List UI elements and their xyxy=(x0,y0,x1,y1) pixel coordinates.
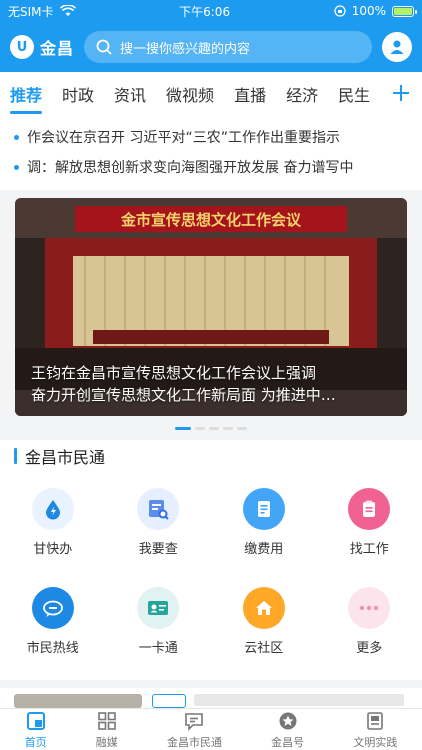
bullet-icon xyxy=(14,134,19,140)
card-icon xyxy=(137,587,180,629)
title-accent-bar xyxy=(14,448,17,464)
top-header: 无SIM卡 下午6:06 100% U 金昌 搜一搜你感兴趣的内容 xyxy=(0,0,422,72)
tab-economy[interactable]: 经济 xyxy=(286,72,318,116)
rotation-lock-icon xyxy=(334,5,346,17)
book-icon xyxy=(364,710,386,732)
service-more[interactable]: 更多 xyxy=(317,587,422,656)
nav-label: 首页 xyxy=(24,735,47,749)
nav-label: 文明实践 xyxy=(353,735,398,749)
services-section: 金昌市民通 甘快办 我要查 缴费用 找工作 市民热线 一卡通 云社区 更多 xyxy=(0,440,422,680)
search-placeholder: 搜一搜你感兴趣的内容 xyxy=(120,41,251,57)
news-card-preview[interactable] xyxy=(0,688,422,708)
water-drop-icon xyxy=(31,488,74,530)
clock: 下午6:06 xyxy=(179,4,231,19)
nav-civilization[interactable]: 文明实践 xyxy=(353,710,397,750)
chat-icon xyxy=(183,710,205,732)
tab-live[interactable]: 直播 xyxy=(234,72,266,116)
clipboard-icon xyxy=(348,488,391,530)
bullet-icon xyxy=(14,164,19,170)
section-title-text: 金昌市民通 xyxy=(25,448,106,467)
tab-recommend[interactable]: 推荐 xyxy=(10,72,43,116)
bill-icon xyxy=(242,488,285,530)
service-community[interactable]: 云社区 xyxy=(211,587,317,656)
search-doc-icon xyxy=(137,488,180,530)
headline-text: 调：解放思想创新求变向海图强开放发展 奋力谱写中 xyxy=(27,160,354,176)
nav-label: 融媒 xyxy=(95,735,118,749)
star-badge-icon xyxy=(277,710,299,732)
wifi-icon xyxy=(59,5,76,16)
caption-line-2: 奋力开创宣传思想文化工作新局面 为推进中… xyxy=(31,386,336,404)
page-dot[interactable] xyxy=(209,427,219,430)
service-label: 市民热线 xyxy=(26,641,79,656)
house-icon xyxy=(242,587,285,629)
service-label: 我要查 xyxy=(138,542,178,557)
nav-citizen-service[interactable]: 金昌市民通 xyxy=(167,710,222,750)
user-avatar-button[interactable] xyxy=(382,32,412,62)
news-tag xyxy=(152,694,186,708)
search-box[interactable]: 搜一搜你感兴趣的内容 xyxy=(84,31,372,63)
nav-jinchang-hao[interactable]: 金昌号 xyxy=(271,710,304,750)
headline-ticker: 作会议在京召开 习近平对“三农”工作作出重要指示 调：解放思想创新求变向海图强开… xyxy=(0,116,422,190)
header-bar: U 金昌 搜一搜你感兴趣的内容 xyxy=(0,22,422,72)
service-label: 更多 xyxy=(356,641,383,656)
carrier-label: 无SIM卡 xyxy=(8,4,54,19)
tab-livelihood[interactable]: 民生 xyxy=(338,72,370,116)
battery-icon xyxy=(392,5,417,17)
user-icon xyxy=(390,40,404,54)
status-left: 无SIM卡 xyxy=(8,3,76,20)
carousel-caption: 王钧在金昌市宣传思想文化工作会议上强调 奋力开创宣传思想文化工作新局面 为推进中… xyxy=(31,362,391,406)
status-right: 100% xyxy=(334,4,417,18)
caption-line-1: 王钧在金昌市宣传思想文化工作会议上强调 xyxy=(31,364,317,382)
headline-item[interactable]: 调：解放思想创新求变向海图强开放发展 奋力谱写中 xyxy=(14,152,408,182)
service-woyaocha[interactable]: 我要查 xyxy=(106,488,212,557)
logo-mark: U xyxy=(10,35,34,59)
tab-politics[interactable]: 时政 xyxy=(62,72,94,116)
bottom-tab-bar: 首页 融媒 金昌市民通 金昌号 文明实践 xyxy=(0,708,422,750)
grid-icon xyxy=(96,710,118,732)
service-zhaogongzuo[interactable]: 找工作 xyxy=(317,488,422,557)
news-carousel[interactable]: 金市宣传思想文化工作会议 王钧在金昌市宣传思想文化工作会议上强调 奋力开创宣传思… xyxy=(15,198,407,416)
page-dot[interactable] xyxy=(237,427,247,430)
service-gankuaiban[interactable]: 甘快办 xyxy=(0,488,106,557)
conference-sign: 金市宣传思想文化工作会议 xyxy=(120,211,302,229)
service-label: 缴费用 xyxy=(244,542,284,557)
search-icon xyxy=(96,39,112,55)
page-dot[interactable] xyxy=(223,427,233,430)
nav-media[interactable]: 融媒 xyxy=(96,710,118,750)
nav-label: 金昌号 xyxy=(271,735,305,749)
channel-tabs: 推荐 时政 资讯 微视频 直播 经济 民生 xyxy=(0,72,422,116)
service-label: 云社区 xyxy=(244,641,284,656)
news-thumbnail xyxy=(14,694,142,708)
service-yikatong[interactable]: 一卡通 xyxy=(106,587,212,656)
carousel-indicator xyxy=(0,427,422,430)
home-icon xyxy=(25,710,47,732)
logo-text: 金昌 xyxy=(40,39,75,58)
service-label: 找工作 xyxy=(349,542,389,557)
headline-text: 作会议在京召开 习近平对“三农”工作作出重要指示 xyxy=(27,130,340,146)
tab-news[interactable]: 资讯 xyxy=(114,72,146,116)
page-dot-active[interactable] xyxy=(175,427,191,430)
section-title: 金昌市民通 xyxy=(14,446,106,467)
service-hotline[interactable]: 市民热线 xyxy=(0,587,106,656)
add-channel-icon[interactable] xyxy=(390,82,412,104)
nav-label: 金昌市民通 xyxy=(166,735,222,749)
headline-item[interactable]: 作会议在京召开 习近平对“三农”工作作出重要指示 xyxy=(14,122,408,152)
page-dot[interactable] xyxy=(195,427,205,430)
more-icon xyxy=(348,587,391,629)
service-jiaofeiyong[interactable]: 缴费用 xyxy=(211,488,317,557)
news-title-placeholder xyxy=(194,694,404,706)
service-grid: 甘快办 我要查 缴费用 找工作 市民热线 一卡通 云社区 更多 xyxy=(0,488,422,656)
app-logo[interactable]: U 金昌 xyxy=(10,35,74,59)
service-label: 一卡通 xyxy=(138,641,178,656)
hotline-icon xyxy=(31,587,74,629)
tab-micro-video[interactable]: 微视频 xyxy=(166,72,214,116)
nav-home[interactable]: 首页 xyxy=(25,710,47,750)
battery-percent: 100% xyxy=(351,4,386,18)
status-bar: 无SIM卡 下午6:06 100% xyxy=(0,0,422,22)
service-label: 甘快办 xyxy=(33,542,73,557)
